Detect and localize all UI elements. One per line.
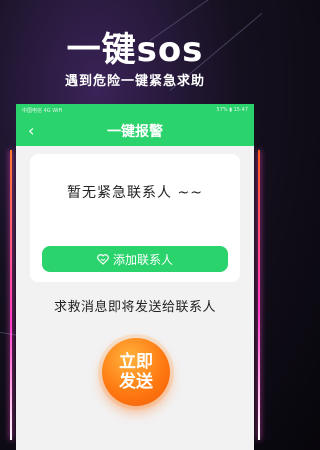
status-bar: 中国电信 4G WiFi 57% ▮ 15:47 bbox=[16, 104, 254, 116]
hero-title: 一键sos bbox=[66, 30, 204, 70]
sos-label-line2: 发送 bbox=[119, 372, 153, 392]
sos-label-line1: 立即 bbox=[119, 352, 153, 372]
contacts-card: 暂无紧急联系人 ~~ 添加联系人 bbox=[30, 154, 240, 282]
empty-contacts-text: 暂无紧急联系人 ~~ bbox=[67, 185, 203, 201]
send-sos-button[interactable]: 立即 发送 bbox=[102, 338, 170, 406]
add-contact-label: 添加联系人 bbox=[112, 252, 173, 267]
status-battery-time: 57% ▮ 15:47 bbox=[216, 107, 248, 113]
neon-frame-left bbox=[10, 150, 12, 440]
add-contact-button[interactable]: 添加联系人 bbox=[42, 246, 228, 272]
chevron-left-icon[interactable]: ‹ bbox=[28, 121, 34, 141]
hero-subtitle: 遇到危险一键紧急求助 bbox=[64, 74, 205, 89]
notice-text: 求救消息即将发送给联系人 bbox=[53, 300, 216, 315]
heart-icon bbox=[97, 253, 109, 265]
phone-screen: 中国电信 4G WiFi 57% ▮ 15:47 ‹ 一键报警 暂无紧急联系人 … bbox=[16, 104, 254, 450]
app-bar: ‹ 一键报警 bbox=[16, 116, 254, 146]
neon-frame-right bbox=[258, 150, 260, 440]
status-carrier: 中国电信 4G WiFi bbox=[22, 107, 63, 114]
page-title: 一键报警 bbox=[107, 124, 163, 140]
